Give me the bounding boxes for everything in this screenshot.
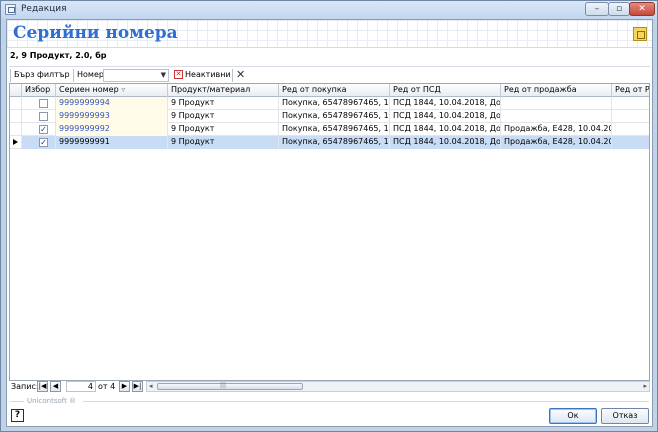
brand-label: Unicontsoft ® [27, 397, 77, 405]
sale-cell: Продажба, E428, 10.04.2018, ... [501, 136, 612, 149]
column-header-sale[interactable]: Ред от продажба [501, 84, 612, 97]
psd-cell: ПСД 1844, 10.04.2018, Доста... [390, 136, 501, 149]
sale-cell: Продажба, E428, 10.04.2018, ... [501, 123, 612, 136]
psd-cell: ПСД 1844, 10.04.2018, Доста... [390, 123, 501, 136]
row-indicator-header [10, 84, 22, 97]
column-header-product[interactable]: Продукт/материал [168, 84, 279, 97]
maximize-button[interactable]: ▫ [608, 2, 630, 16]
purchase-cell: Покупка, 65478967465, 10.04... [279, 136, 390, 149]
row-checkbox[interactable] [39, 99, 48, 108]
inactive-toggle[interactable]: Неактивни [185, 70, 231, 79]
close-button[interactable]: ✕ [629, 2, 655, 16]
current-row-indicator [10, 136, 22, 149]
dialog-window: Редакция – ▫ ✕ Серийни номера 2, 9 Проду… [0, 0, 658, 432]
clear-filter-icon[interactable]: ✕ [236, 68, 245, 81]
column-header-psd[interactable]: Ред от ПСД [390, 84, 501, 97]
purchase-cell: Покупка, 65478967465, 10.04... [279, 97, 390, 110]
rsd-cell [612, 123, 649, 136]
column-header-purchase[interactable]: Ред от покупка [279, 84, 390, 97]
record-navigator: Запис: |◀ ◀ 4 от 4 ▶ ▶| ◂ ▸ [7, 380, 652, 394]
toolbar-grip [10, 69, 11, 82]
toolbar-separator [232, 69, 233, 82]
grid-header: Избор Сериен номер ▿ Продукт/материал Ре… [10, 84, 649, 97]
prev-record-icon[interactable]: ◀ [50, 381, 61, 392]
last-record-icon[interactable]: ▶| [132, 381, 143, 392]
titlebar[interactable]: Редакция – ▫ ✕ [1, 1, 657, 19]
options-icon[interactable] [633, 27, 647, 41]
table-row[interactable]: 9999999994 9 Продукт Покупка, 6547896746… [10, 97, 649, 110]
toolbar-separator [73, 69, 74, 82]
window-icon [5, 4, 16, 15]
serial-cell[interactable]: 9999999994 [56, 97, 168, 110]
horizontal-scrollbar[interactable]: ◂ ▸ [146, 381, 650, 392]
row-checkbox-checked[interactable]: ✓ [39, 125, 48, 134]
sale-cell [501, 110, 612, 123]
scroll-left-icon[interactable]: ◂ [149, 382, 153, 390]
minimize-button[interactable]: – [585, 2, 609, 16]
row-checkbox[interactable] [39, 112, 48, 121]
table-row-selected[interactable]: ✓ 9999999991 9 Продукт Покупка, 65478967… [10, 136, 649, 149]
filter-icon[interactable]: ▿ [121, 85, 125, 94]
serials-grid[interactable]: Избор Сериен номер ▿ Продукт/материал Ре… [9, 83, 650, 381]
item-subtitle: 2, 9 Продукт, 2.0, бр [10, 51, 107, 60]
page-title: Серийни номера [13, 23, 178, 43]
number-combobox[interactable]: ▼ [103, 69, 169, 82]
toolbar: Бърз филтър Номер: ▼ ✕ Неактивни ✕ [9, 66, 650, 83]
column-header-select[interactable]: Избор [22, 84, 56, 97]
dialog-footer: Unicontsoft ® ? Ок Отказ [7, 397, 652, 427]
serial-cell[interactable]: 9999999991 [56, 136, 168, 149]
product-cell: 9 Продукт [168, 136, 279, 149]
record-label: Запис: [11, 382, 39, 391]
scrollbar-thumb[interactable] [157, 382, 303, 390]
rsd-cell [612, 110, 649, 123]
dialog-client: Серийни номера 2, 9 Продукт, 2.0, бр Бър… [6, 19, 653, 427]
chevron-down-icon[interactable]: ▼ [161, 71, 166, 79]
serial-cell[interactable]: 9999999993 [56, 110, 168, 123]
record-total: от 4 [98, 382, 116, 391]
quick-filter-button[interactable]: Бърз филтър [14, 70, 70, 79]
select-cell: ✓ [22, 136, 56, 149]
divider [83, 401, 649, 402]
purchase-cell: Покупка, 65478967465, 10.04... [279, 110, 390, 123]
ok-button[interactable]: Ок [549, 408, 597, 424]
record-number-input[interactable]: 4 [66, 381, 96, 392]
divider [10, 401, 24, 402]
table-row[interactable]: ✓ 9999999992 9 Продукт Покупка, 65478967… [10, 123, 649, 136]
product-cell: 9 Продукт [168, 97, 279, 110]
row-indicator [10, 110, 22, 123]
row-indicator [10, 97, 22, 110]
select-cell: ✓ [22, 123, 56, 136]
help-icon[interactable]: ? [11, 409, 24, 422]
table-row[interactable]: 9999999993 9 Продукт Покупка, 6547896746… [10, 110, 649, 123]
column-header-rsd[interactable]: Ред от РСД [612, 84, 649, 97]
rsd-cell [612, 97, 649, 110]
row-indicator [10, 123, 22, 136]
cancel-button[interactable]: Отказ [601, 408, 649, 424]
rsd-cell [612, 136, 649, 149]
next-record-icon[interactable]: ▶ [119, 381, 130, 392]
select-cell [22, 110, 56, 123]
purchase-cell: Покупка, 65478967465, 10.04... [279, 123, 390, 136]
inactive-icon: ✕ [174, 70, 183, 79]
sale-cell [501, 97, 612, 110]
serial-cell[interactable]: 9999999992 [56, 123, 168, 136]
psd-cell: ПСД 1844, 10.04.2018, Доста... [390, 110, 501, 123]
product-cell: 9 Продукт [168, 123, 279, 136]
page-header: Серийни номера [7, 20, 652, 48]
scroll-right-icon[interactable]: ▸ [643, 382, 647, 390]
row-checkbox-checked[interactable]: ✓ [39, 138, 48, 147]
select-cell [22, 97, 56, 110]
column-header-serial[interactable]: Сериен номер ▿ [56, 84, 168, 97]
column-header-serial-label: Сериен номер [59, 85, 119, 94]
product-cell: 9 Продукт [168, 110, 279, 123]
window-title: Редакция [21, 4, 67, 14]
psd-cell: ПСД 1844, 10.04.2018, Доста... [390, 97, 501, 110]
first-record-icon[interactable]: |◀ [37, 381, 48, 392]
